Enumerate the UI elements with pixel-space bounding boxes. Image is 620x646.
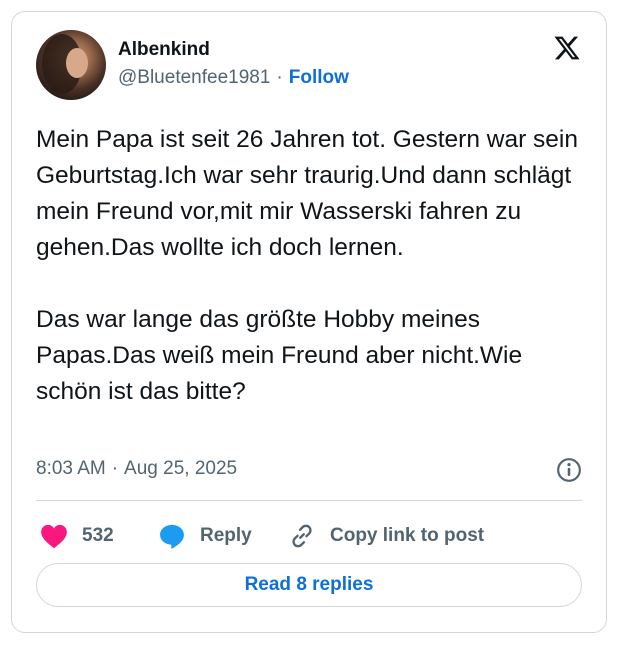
author-name[interactable]: Albenkind [118,39,210,61]
tweet-card: Albenkind @Bluetenfee1981 · Follow Mein Pa… [11,11,607,633]
tweet-date: Aug 25, 2025 [124,458,238,479]
info-icon[interactable] [556,457,582,483]
x-logo-icon[interactable] [552,34,582,62]
tweet-header: Albenkind @Bluetenfee1981 · Follow [36,30,582,102]
speech-bubble-icon [160,524,184,549]
heart-icon [41,524,67,549]
reply-label: Reply [200,525,252,546]
follow-button[interactable]: Follow [289,67,349,88]
read-replies-button[interactable]: Read 8 replies [36,563,582,607]
copy-link-label: Copy link to post [330,525,485,546]
timestamp-separator: · [111,458,119,479]
tweet-time: 8:03 AM [36,458,106,479]
author-handle-line: @Bluetenfee1981 · Follow [118,67,349,89]
avatar-face [66,48,88,78]
avatar[interactable] [36,30,106,100]
copy-link-button[interactable]: Copy link to post [288,518,484,554]
divider [36,500,582,501]
link-icon [292,524,312,548]
like-button[interactable]: 532 [40,518,114,554]
tweet-text: Mein Papa ist seit 26 Jahren tot. Gester… [36,126,578,405]
author-handle[interactable]: @Bluetenfee1981 [118,67,270,88]
like-count: 532 [82,525,114,546]
action-bar: 532 Reply Copy link to post [36,518,582,554]
tweet-timestamp[interactable]: 8:03 AM · Aug 25, 2025 [36,458,237,480]
handle-separator: · [276,67,283,88]
reply-button[interactable]: Reply [158,518,252,554]
